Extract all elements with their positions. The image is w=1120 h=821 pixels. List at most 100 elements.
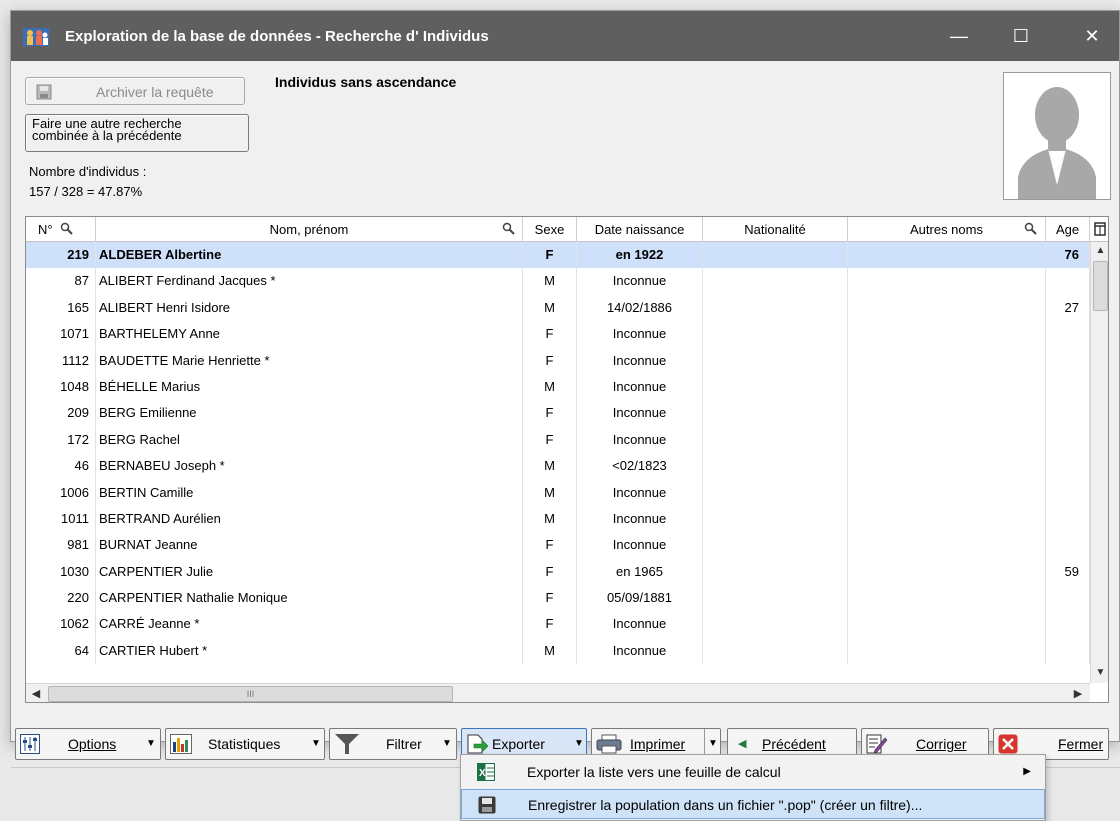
column-header-other-names[interactable]: Autres noms xyxy=(848,217,1046,242)
table-row[interactable]: 165 ALIBERT Henri Isidore M 14/02/1886 27 xyxy=(26,294,1090,322)
scroll-right-icon[interactable]: ▶ xyxy=(1068,684,1088,702)
combine-search-button[interactable]: Faire une autre recherche combinée à la … xyxy=(25,114,249,152)
table-row[interactable]: 220 CARPENTIER Nathalie Monique F 05/09/188… xyxy=(26,585,1090,612)
table-row[interactable]: 46 BERNABEU Joseph * M <02/1823 xyxy=(26,453,1090,480)
cell-birth-date: 14/02/1886 xyxy=(577,294,703,322)
cell-other-names xyxy=(848,558,1046,586)
column-chooser[interactable] xyxy=(1090,217,1108,242)
vertical-scroll-thumb[interactable] xyxy=(1093,261,1108,311)
column-header-age[interactable]: Age xyxy=(1046,217,1090,242)
cell-sex: M xyxy=(523,268,577,295)
window-title: Exploration de la base de données - Rech… xyxy=(65,28,489,45)
chevron-down-icon[interactable]: ▼ xyxy=(442,729,452,759)
cell-sex: M xyxy=(523,373,577,401)
cell-other-names xyxy=(848,321,1046,348)
individuals-table: N° Nom, prénom Sexe Date naissance Natio… xyxy=(25,216,1109,703)
scroll-up-icon[interactable]: ▲ xyxy=(1091,242,1108,260)
close-window-button[interactable]: ✕ xyxy=(1069,11,1115,61)
cell-age: 76 xyxy=(1046,242,1090,269)
submenu-arrow-icon: ▶ xyxy=(1023,766,1031,777)
cell-num: 1011 xyxy=(26,505,96,533)
statistics-button[interactable]: Statistiques ▼ xyxy=(165,728,325,760)
table-row[interactable]: 64 CARTIER Hubert * M Inconnue xyxy=(26,637,1090,665)
archive-query-button[interactable]: Archiver la requête xyxy=(25,77,245,105)
filter-label: Filtrer xyxy=(386,736,422,752)
cell-sex: M xyxy=(523,453,577,480)
cell-name: ALDEBER Albertine xyxy=(96,242,523,269)
cell-age xyxy=(1046,505,1090,533)
count-value: 157 / 328 = 47.87% xyxy=(29,184,143,199)
floppy-disk-icon xyxy=(36,84,52,100)
table-row[interactable]: 209 BERG Emilienne F Inconnue xyxy=(26,400,1090,427)
chevron-down-icon[interactable]: ▼ xyxy=(311,729,321,759)
cell-sex: M xyxy=(523,479,577,506)
cell-num: 1062 xyxy=(26,611,96,638)
menu-item-export-spreadsheet[interactable]: X Exporter la liste vers une feuille de … xyxy=(461,757,1045,787)
table-row[interactable]: 1030 CARPENTIER Julie Fen 1965 59 xyxy=(26,558,1090,586)
cell-name: BÉHELLE Marius xyxy=(96,373,523,401)
table-row[interactable]: 981 BURNAT Jeanne F Inconnue xyxy=(26,532,1090,559)
cell-name: BERG Rachel xyxy=(96,426,523,454)
column-header-birth[interactable]: Date naissance xyxy=(577,217,703,242)
cell-other-names xyxy=(848,453,1046,480)
table-row[interactable]: 1006 BERTIN Camille M Inconnue xyxy=(26,479,1090,506)
maximize-button[interactable]: ☐ xyxy=(998,11,1044,61)
export-menu: X Exporter la liste vers une feuille de … xyxy=(460,754,1046,821)
cell-birth-date: Inconnue xyxy=(577,611,703,638)
cell-other-names xyxy=(848,479,1046,506)
search-icon[interactable] xyxy=(502,222,516,236)
cell-age xyxy=(1046,321,1090,348)
menu-item-save-population[interactable]: Enregistrer la population dans un fichie… xyxy=(461,789,1045,819)
cell-sex: F xyxy=(523,532,577,559)
table-row[interactable]: 87 ALIBERT Ferdinand Jacques * M Inconnue xyxy=(26,268,1090,295)
cell-num: 219 xyxy=(26,242,96,269)
search-icon[interactable] xyxy=(60,222,74,236)
options-sliders-icon xyxy=(20,734,40,754)
cell-nationality xyxy=(703,294,848,322)
count-label: Nombre d'individus : xyxy=(29,164,147,179)
chevron-down-icon[interactable]: ▼ xyxy=(146,729,156,759)
table-row[interactable]: 1112 BAUDETTE Marie Henriette * F Inconnue xyxy=(26,347,1090,374)
close-red-x-icon xyxy=(998,734,1018,754)
table-row[interactable]: 172 BERG Rachel F Inconnue xyxy=(26,426,1090,454)
cell-age xyxy=(1046,268,1090,295)
table-row[interactable]: 1048 BÉHELLE Marius M Inconnue xyxy=(26,373,1090,401)
filter-button[interactable]: Filtrer ▼ xyxy=(329,728,457,760)
options-button[interactable]: Options ▼ xyxy=(15,728,161,760)
minimize-button[interactable]: — xyxy=(936,11,982,61)
close-label: Fermer xyxy=(1058,736,1104,752)
column-header-num[interactable]: N° xyxy=(26,217,96,242)
cell-birth-date: Inconnue xyxy=(577,532,703,559)
cell-age: 27 xyxy=(1046,294,1090,322)
app-people-icon xyxy=(23,28,49,46)
horizontal-scroll-thumb[interactable]: III xyxy=(48,686,453,702)
table-row[interactable]: 1071 BARTHELEMY Anne F Inconnue xyxy=(26,321,1090,348)
column-sex-label: Sexe xyxy=(534,222,565,237)
cell-name: BURNAT Jeanne xyxy=(96,532,523,559)
options-label: Options xyxy=(68,736,117,752)
cell-num: 46 xyxy=(26,453,96,480)
edit-pencil-icon xyxy=(866,734,888,754)
vertical-scrollbar[interactable]: ▲ ▼ xyxy=(1090,242,1108,683)
table-row[interactable]: 219 ALDEBER Albertine Fen 1922 76 xyxy=(26,242,1090,269)
cell-num: 1112 xyxy=(26,347,96,374)
cell-nationality xyxy=(703,611,848,638)
scroll-left-icon[interactable]: ◀ xyxy=(26,684,46,702)
cell-birth-date: <02/1823 xyxy=(577,453,703,480)
column-header-nationality[interactable]: Nationalité xyxy=(703,217,848,242)
scroll-down-icon[interactable]: ▼ xyxy=(1091,664,1108,682)
cell-birth-date: en 1922 xyxy=(577,242,703,269)
cell-birth-date: Inconnue xyxy=(577,268,703,295)
menu-item-label: Enregistrer la population dans un fichie… xyxy=(528,797,923,813)
table-row[interactable]: 1011 BERTRAND Aurélien M Inconnue xyxy=(26,505,1090,533)
cell-num: 1006 xyxy=(26,479,96,506)
cell-birth-date: 05/09/1881 xyxy=(577,585,703,612)
cell-nationality xyxy=(703,373,848,401)
table-row[interactable]: 1062 CARRÉ Jeanne * F Inconnue xyxy=(26,611,1090,638)
horizontal-scrollbar[interactable]: ◀ III ▶ xyxy=(26,683,1090,702)
cell-age xyxy=(1046,426,1090,454)
search-icon[interactable] xyxy=(1024,222,1038,236)
column-header-sex[interactable]: Sexe xyxy=(523,217,577,242)
column-header-name[interactable]: Nom, prénom xyxy=(96,217,523,242)
cell-sex: M xyxy=(523,505,577,533)
